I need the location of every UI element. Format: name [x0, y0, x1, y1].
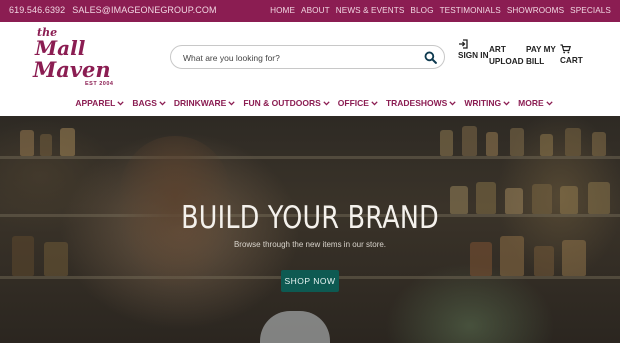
shop-now-button[interactable]: SHOP NOW [281, 270, 339, 292]
jar [60, 128, 75, 156]
pay-bill-link[interactable]: PAY MY BILL [526, 44, 556, 68]
logo-maven: Maven [33, 57, 111, 82]
top-link-specials[interactable]: SPECIALS [570, 6, 611, 15]
phone-link[interactable]: 619.546.6392 [9, 5, 65, 15]
nav-item-label: WRITING [464, 98, 502, 108]
search-bar [170, 45, 445, 69]
nav-item-apparel[interactable]: APPAREL [75, 94, 124, 112]
nav-item-label: DRINKWARE [173, 98, 227, 108]
nav-item-drinkware[interactable]: DRINKWARE [174, 94, 235, 112]
jar [592, 132, 606, 156]
jar [534, 246, 554, 276]
art-upload-link[interactable]: ART UPLOAD [489, 44, 524, 68]
art-upload-label: ART UPLOAD [489, 45, 524, 66]
jar [486, 132, 498, 156]
chevron-down-icon [159, 100, 166, 106]
nav-item-bags[interactable]: BAGS [132, 94, 166, 112]
top-link-showrooms[interactable]: SHOWROOMS [507, 6, 564, 15]
chevron-down-icon [323, 100, 330, 106]
top-bar: 619.546.6392 SALES@IMAGEONEGROUP.COM HOM… [0, 0, 620, 22]
site-logo[interactable]: the Mall Maven EST 2004 [33, 25, 115, 91]
nav-item-label: BAGS [132, 98, 157, 108]
chevron-down-icon [545, 100, 553, 106]
search-input[interactable] [183, 50, 418, 65]
jar [540, 134, 553, 156]
cart-link[interactable]: CART [560, 44, 586, 67]
chevron-down-icon [228, 100, 235, 106]
nav-item-label: TRADESHOWS [385, 98, 448, 108]
site-header: the Mall Maven EST 2004 SIGN IN ART UPLO… [0, 22, 620, 94]
nav-item-more[interactable]: MORE [518, 94, 553, 112]
chevron-down-icon [449, 100, 456, 106]
pay-bill-label: PAY MY BILL [526, 45, 556, 66]
jar [462, 126, 477, 156]
search-icon[interactable] [424, 51, 437, 64]
nav-item-label: APPAREL [75, 98, 116, 108]
jar [20, 130, 34, 156]
nav-item-fun-outdoors[interactable]: FUN & OUTDOORS [243, 94, 330, 112]
nav-item-label: MORE [518, 98, 544, 108]
nav-item-label: OFFICE [337, 98, 369, 108]
jar [440, 130, 453, 156]
nav-item-label: FUN & OUTDOORS [243, 98, 321, 108]
sign-in-label: SIGN IN [458, 51, 489, 60]
hero-subtitle: Browse through the new items in our stor… [233, 240, 387, 249]
email-link[interactable]: SALES@IMAGEONEGROUP.COM [72, 5, 216, 15]
shopping-bag [260, 311, 330, 343]
contact-info: 619.546.6392 SALES@IMAGEONEGROUP.COM [9, 5, 217, 15]
top-link-news-events[interactable]: NEWS & EVENTS [336, 6, 405, 15]
main-nav: APPAREL BAGS DRINKWARE FUN & OUTDOORS OF… [0, 94, 620, 116]
top-link-home[interactable]: HOME [270, 6, 295, 15]
chevron-down-icon [503, 100, 510, 106]
jar [588, 182, 610, 214]
nav-item-office[interactable]: OFFICE [338, 94, 378, 112]
top-link-blog[interactable]: BLOG [410, 6, 433, 15]
jar [510, 128, 524, 156]
shelf [0, 156, 620, 159]
chevron-down-icon [371, 100, 378, 106]
chevron-down-icon [117, 100, 124, 106]
top-link-testimonials[interactable]: TESTIMONIALS [440, 6, 501, 15]
sign-in-link[interactable]: SIGN IN [458, 39, 488, 62]
jar [565, 128, 581, 156]
top-link-about[interactable]: ABOUT [301, 6, 330, 15]
jar [40, 134, 52, 156]
nav-item-tradeshows[interactable]: TRADESHOWS [386, 94, 456, 112]
hero-title: BUILD YOUR BRAND [181, 200, 439, 236]
cart-label: CART [560, 56, 583, 65]
nav-item-writing[interactable]: WRITING [464, 94, 510, 112]
logo-est: EST 2004 [85, 81, 114, 87]
top-links: HOME ABOUT NEWS & EVENTS BLOG TESTIMONIA… [270, 6, 611, 15]
sign-in-icon [459, 39, 468, 49]
cart-icon [560, 44, 571, 54]
hero-banner: BUILD YOUR BRAND Browse through the new … [0, 116, 620, 343]
